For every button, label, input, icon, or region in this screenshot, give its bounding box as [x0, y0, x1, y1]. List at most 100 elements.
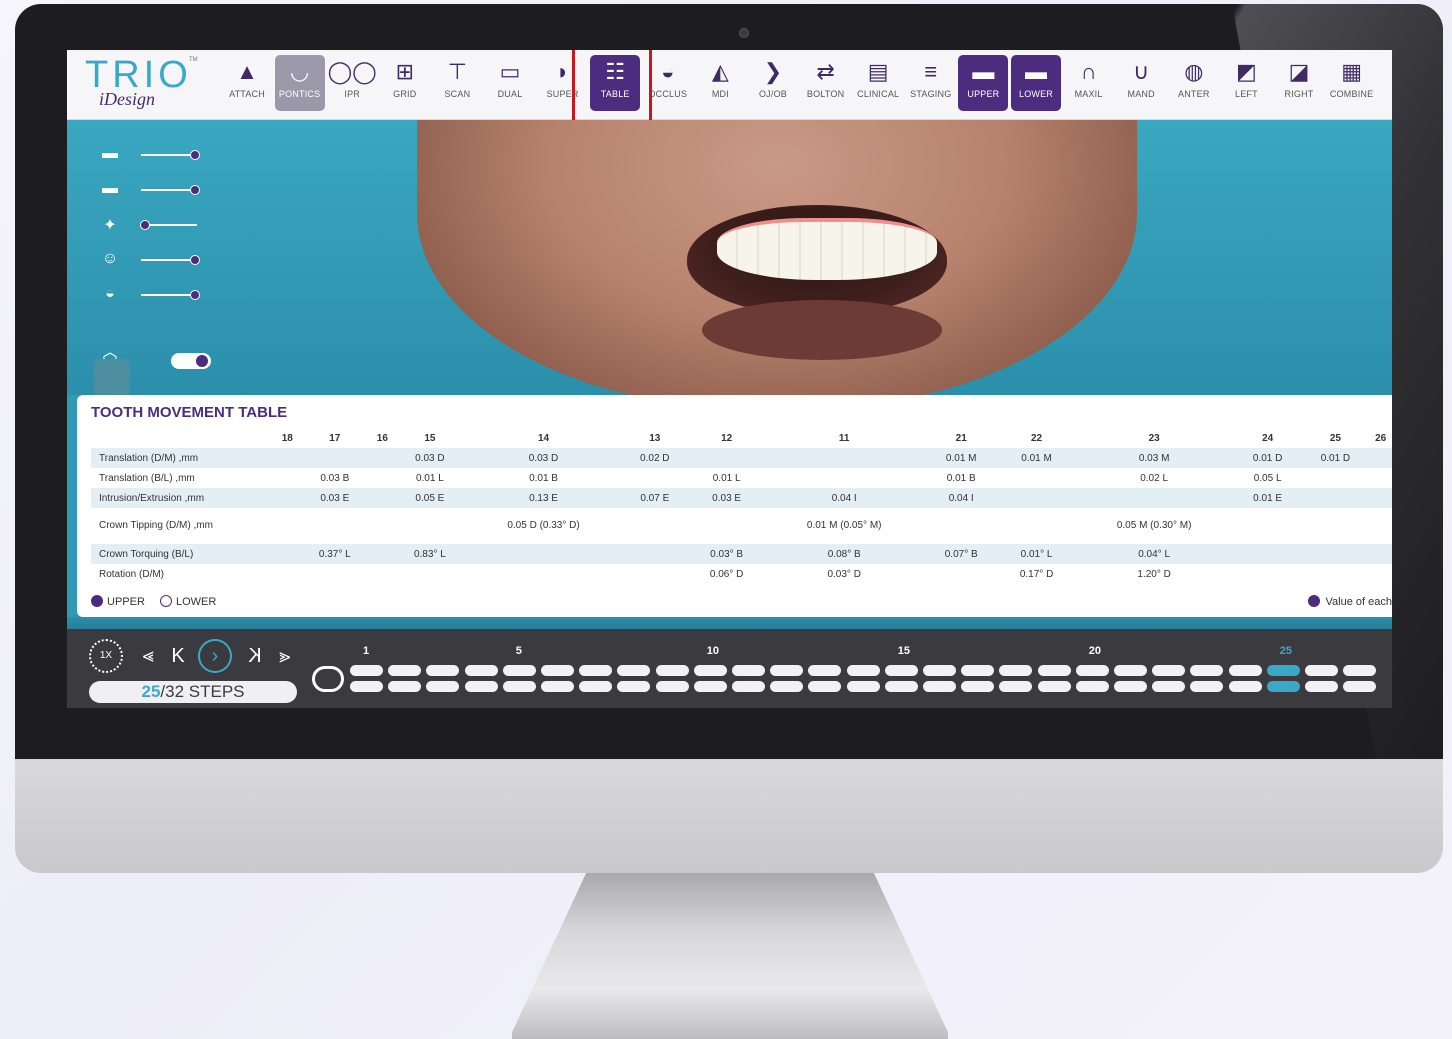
step-pill-bottom[interactable]	[961, 681, 995, 692]
step-pill-top[interactable]	[1152, 665, 1186, 676]
step-pill-bottom[interactable]	[464, 681, 498, 692]
tool-mdi-button[interactable]: ◭ MDI	[695, 55, 745, 111]
step-pill-top[interactable]	[770, 665, 804, 676]
step-pill-bottom[interactable]	[1305, 681, 1338, 692]
tooth-number-header-cell[interactable]: 15	[394, 428, 467, 448]
next-step-button[interactable]: K	[242, 639, 268, 673]
tool-staging-button[interactable]: ≡ STAGING	[906, 55, 956, 111]
tool-pontics-button[interactable]: ◡ PONTICS	[274, 55, 325, 111]
tool-oj-ob-button[interactable]: ❯ OJ/OB	[748, 55, 798, 111]
tooth-number-header-cell[interactable]: 17	[299, 428, 372, 448]
step-pill-top[interactable]	[732, 665, 765, 676]
step-pill-bottom[interactable]	[1037, 681, 1071, 692]
step-pill-top[interactable]	[999, 665, 1033, 676]
step-pill-top[interactable]	[541, 665, 574, 676]
step-pill-bottom[interactable]	[1190, 681, 1224, 692]
opacity-slider-track[interactable]	[141, 154, 197, 156]
step-pill-top[interactable]	[961, 665, 995, 676]
tooth-number-header-cell[interactable]: 14	[466, 428, 621, 448]
tool-grid-button[interactable]: ⊞ GRID	[380, 55, 430, 111]
tool-scan-button[interactable]: ⊤ SCAN	[432, 55, 482, 111]
step-pill-top[interactable]	[693, 665, 727, 676]
step-pill-bottom[interactable]	[579, 681, 613, 692]
step-pill-top[interactable]	[1228, 665, 1262, 676]
step-pill-top[interactable]	[1343, 665, 1377, 676]
step-pill-top[interactable]	[655, 665, 689, 676]
upper-radio[interactable]	[91, 595, 103, 607]
step-pill-bottom[interactable]	[923, 681, 956, 692]
tool-left-button[interactable]: ◩ LEFT	[1221, 55, 1271, 111]
lower-radio[interactable]	[159, 595, 172, 607]
tooth-number-header-cell[interactable]: 24	[1234, 428, 1302, 448]
step-zero-marker[interactable]	[312, 666, 344, 692]
tool-maxil-button[interactable]: ∩ MAXIL	[1064, 55, 1114, 111]
tool-dual-button[interactable]: ▭ DUAL	[485, 55, 535, 111]
step-pill-bottom[interactable]	[655, 681, 689, 692]
opacity-slider-knob[interactable]	[190, 290, 200, 300]
tool-bolton-button[interactable]: ⇄ BOLTON	[801, 55, 851, 111]
opacity-slider-knob[interactable]	[190, 185, 200, 195]
tool-lower-button[interactable]: ▬ LOWER	[1011, 55, 1061, 111]
opacity-slider-track[interactable]	[141, 294, 197, 296]
last-step-button[interactable]: ⪢	[272, 639, 298, 673]
step-pill-bottom[interactable]	[502, 681, 536, 692]
tool-ipr-button[interactable]: ◯◯ IPR	[327, 55, 377, 111]
step-pill-top[interactable]	[388, 665, 422, 676]
step-pill-bottom[interactable]	[1343, 681, 1377, 692]
step-pill-bottom[interactable]	[617, 681, 651, 692]
step-pill-bottom[interactable]	[1114, 681, 1147, 692]
face-thumbnail[interactable]	[94, 359, 130, 395]
step-pill-bottom[interactable]	[388, 681, 422, 692]
step-pill-top[interactable]	[1037, 665, 1071, 676]
step-pill-top[interactable]	[1305, 665, 1338, 676]
step-pill-bottom[interactable]	[1152, 681, 1186, 692]
step-pill-top[interactable]	[464, 665, 498, 676]
step-pill-bottom[interactable]	[1228, 681, 1262, 692]
step-pill-top[interactable]	[617, 665, 651, 676]
step-pill-top[interactable]	[579, 665, 613, 676]
tool-attach-button[interactable]: ▲ ATTACH	[222, 55, 272, 111]
tooth-number-header-cell[interactable]: 12	[689, 428, 765, 448]
step-pill-bottom[interactable]	[808, 681, 842, 692]
opacity-slider-knob[interactable]	[140, 220, 150, 230]
step-pill-bottom[interactable]	[426, 681, 460, 692]
step-pill-top[interactable]	[1075, 665, 1109, 676]
previous-step-button[interactable]: K	[165, 639, 191, 673]
step-pill-top[interactable]	[923, 665, 956, 676]
teeth-model[interactable]	[717, 218, 937, 280]
step-pill-top[interactable]	[808, 665, 842, 676]
model-toggle-switch[interactable]	[171, 353, 211, 369]
step-pill-top[interactable]	[426, 665, 460, 676]
tool-mand-button[interactable]: ∪ MAND	[1116, 55, 1166, 111]
3d-viewport[interactable]: ⬡ ▬▬✦☺◒	[67, 120, 1392, 395]
step-pill-bottom[interactable]	[350, 681, 383, 692]
tooth-number-header-cell[interactable]: 21	[924, 428, 999, 448]
step-pill-top[interactable]	[1266, 665, 1300, 676]
tooth-number-header-cell[interactable]: 23	[1075, 428, 1234, 448]
tooth-number-header-cell[interactable]: 25	[1302, 428, 1370, 448]
opacity-slider-knob[interactable]	[190, 150, 200, 160]
tool-upper-button[interactable]: ▬ UPPER	[958, 55, 1009, 111]
step-pill-bottom[interactable]	[693, 681, 727, 692]
speed-button[interactable]: 1X	[89, 639, 123, 673]
first-step-button[interactable]: ⪡	[135, 639, 161, 673]
step-pill-top[interactable]	[846, 665, 880, 676]
step-pill-top[interactable]	[502, 665, 536, 676]
step-pill-top[interactable]	[884, 665, 918, 676]
step-pill-top[interactable]	[1190, 665, 1224, 676]
tool-se-button[interactable]: ⁝SE	[1379, 55, 1392, 111]
step-pill-bottom[interactable]	[541, 681, 574, 692]
step-pill-top[interactable]	[350, 665, 383, 676]
tool-anter-button[interactable]: ◍ ANTER	[1169, 55, 1219, 111]
tooth-number-header-cell[interactable]: 16	[371, 428, 394, 448]
play-button[interactable]: ›	[198, 639, 232, 673]
tooth-number-header-cell[interactable]: 11	[765, 428, 924, 448]
opacity-slider-knob[interactable]	[190, 255, 200, 265]
step-pill-bottom[interactable]	[884, 681, 918, 692]
step-pill-top[interactable]	[1114, 665, 1147, 676]
opacity-slider-track[interactable]	[141, 259, 197, 261]
tooth-number-header-cell[interactable]: 13	[621, 428, 689, 448]
step-pill-bottom[interactable]	[846, 681, 880, 692]
tool-right-button[interactable]: ◪ RIGHT	[1274, 55, 1324, 111]
tool-combine-button[interactable]: ▦ COMBINE	[1327, 55, 1377, 111]
